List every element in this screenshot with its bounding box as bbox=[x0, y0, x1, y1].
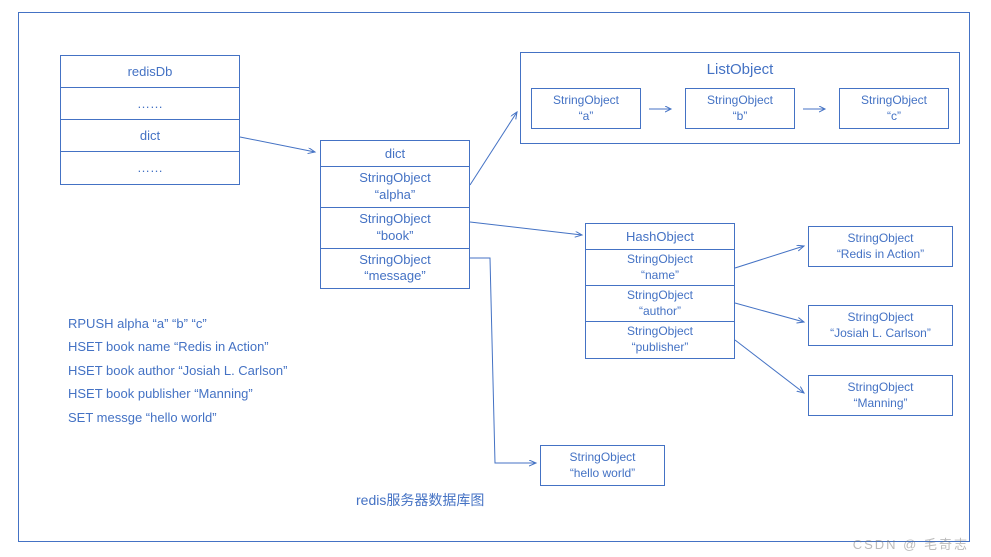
value-type: StringObject bbox=[847, 380, 913, 394]
hash-field-publisher: StringObject “publisher” bbox=[586, 322, 734, 357]
value-text: “Manning” bbox=[853, 396, 907, 410]
dict-entry-type: StringObject bbox=[359, 170, 431, 185]
list-item-value: “a” bbox=[579, 109, 594, 123]
command-line: HSET book name “Redis in Action” bbox=[68, 335, 287, 358]
dict-entry-type: StringObject bbox=[359, 252, 431, 267]
value-type: StringObject bbox=[847, 310, 913, 324]
command-list: RPUSH alpha “a” “b” “c” HSET book name “… bbox=[68, 312, 287, 429]
redisdb-dict-row: dict bbox=[61, 120, 239, 152]
dict-entry-type: StringObject bbox=[359, 211, 431, 226]
redisdb-title: redisDb bbox=[61, 56, 239, 88]
redisdb-ellipsis-2: …… bbox=[61, 152, 239, 184]
dict-entry-message: StringObject “message” bbox=[321, 249, 469, 289]
list-item-value: “b” bbox=[733, 109, 748, 123]
listobject-title: ListObject bbox=[531, 53, 949, 88]
list-item-type: StringObject bbox=[707, 93, 773, 107]
dict-entry-alpha: StringObject “alpha” bbox=[321, 167, 469, 208]
value-text: “hello world” bbox=[570, 466, 635, 480]
value-manning: StringObject “Manning” bbox=[808, 375, 953, 416]
list-item-value: “c” bbox=[887, 109, 901, 123]
list-item-type: StringObject bbox=[553, 93, 619, 107]
hash-field-author: StringObject “author” bbox=[586, 286, 734, 322]
value-text: “Josiah L. Carlson” bbox=[830, 326, 931, 340]
list-item-b: StringObject “b” bbox=[685, 88, 795, 129]
command-line: HSET book publisher “Manning” bbox=[68, 382, 287, 405]
watermark-text: CSDN @ 毛奇志 bbox=[853, 534, 969, 553]
list-item-a: StringObject “a” bbox=[531, 88, 641, 129]
hashobject-table: HashObject StringObject “name” StringObj… bbox=[585, 223, 735, 359]
redisdb-ellipsis-1: …… bbox=[61, 88, 239, 120]
arrow-icon bbox=[803, 103, 831, 115]
dict-title: dict bbox=[321, 141, 469, 167]
value-type: StringObject bbox=[847, 231, 913, 245]
command-line: SET messge “hello world” bbox=[68, 406, 287, 429]
redisdb-table: redisDb …… dict …… bbox=[60, 55, 240, 185]
hash-field-key: “publisher” bbox=[632, 340, 689, 354]
dict-entry-value: “alpha” bbox=[375, 187, 415, 202]
dict-entry-book: StringObject “book” bbox=[321, 208, 469, 249]
arrow-icon bbox=[649, 103, 677, 115]
command-line: RPUSH alpha “a” “b” “c” bbox=[68, 312, 287, 335]
hash-field-name: StringObject “name” bbox=[586, 250, 734, 286]
value-type: StringObject bbox=[569, 450, 635, 464]
listobject-container: ListObject StringObject “a” StringObject… bbox=[520, 52, 960, 144]
value-redis-in-action: StringObject “Redis in Action” bbox=[808, 226, 953, 267]
hash-field-type: StringObject bbox=[627, 324, 693, 338]
hash-field-key: “author” bbox=[639, 304, 681, 318]
value-josiah: StringObject “Josiah L. Carlson” bbox=[808, 305, 953, 346]
hash-field-type: StringObject bbox=[627, 288, 693, 302]
dict-table: dict StringObject “alpha” StringObject “… bbox=[320, 140, 470, 289]
list-item-c: StringObject “c” bbox=[839, 88, 949, 129]
command-line: HSET book author “Josiah L. Carlson” bbox=[68, 359, 287, 382]
diagram-caption: redis服务器数据库图 bbox=[356, 490, 484, 510]
hash-field-key: “name” bbox=[641, 268, 679, 282]
hash-field-type: StringObject bbox=[627, 252, 693, 266]
hashobject-title: HashObject bbox=[586, 224, 734, 250]
list-item-type: StringObject bbox=[861, 93, 927, 107]
dict-entry-value: “message” bbox=[364, 268, 425, 283]
dict-entry-value: “book” bbox=[377, 228, 414, 243]
value-hello-world: StringObject “hello world” bbox=[540, 445, 665, 486]
value-text: “Redis in Action” bbox=[837, 247, 924, 261]
